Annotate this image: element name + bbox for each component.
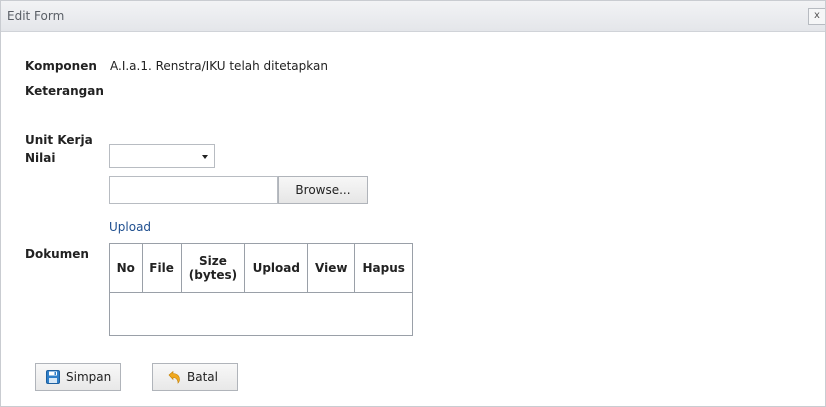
save-button[interactable]: Simpan — [35, 363, 121, 391]
dokumen-label: Dokumen — [25, 247, 89, 261]
chevron-down-icon — [202, 155, 208, 159]
dialog-titlebar[interactable]: Edit Form x — [1, 1, 825, 32]
nilai-label: Nilai — [25, 151, 56, 165]
close-button[interactable]: x — [808, 8, 825, 25]
dokumen-table: No File Size (bytes) Upload View Hapus — [109, 243, 413, 336]
column-header-size: Size (bytes) — [180, 243, 246, 293]
komponen-label: Komponen — [25, 59, 97, 73]
column-header-view: View — [307, 243, 356, 293]
cancel-button[interactable]: Batal — [152, 363, 238, 391]
dialog-title: Edit Form — [7, 9, 65, 23]
cancel-button-label: Batal — [187, 370, 218, 384]
file-path-input[interactable] — [109, 176, 278, 204]
komponen-value: A.I.a.1. Renstra/IKU telah ditetapkan — [110, 59, 328, 73]
browse-button[interactable]: Browse... — [278, 176, 368, 204]
table-header-row: No File Size (bytes) Upload View Hapus — [109, 243, 413, 293]
nilai-select[interactable] — [109, 144, 215, 168]
undo-arrow-icon — [167, 370, 181, 384]
edit-form-dialog: Edit Form x Komponen A.I.a.1. Renstra/IK… — [0, 0, 826, 407]
column-header-size-text: Size (bytes) — [188, 254, 238, 282]
table-empty-cell — [109, 292, 413, 336]
column-header-no: No — [109, 243, 143, 293]
save-button-label: Simpan — [66, 370, 112, 384]
keterangan-label: Keterangan — [25, 84, 104, 98]
floppy-disk-icon — [46, 370, 60, 384]
column-header-hapus: Hapus — [354, 243, 413, 293]
upload-link[interactable]: Upload — [109, 220, 151, 234]
column-header-upload: Upload — [244, 243, 309, 293]
close-icon: x — [814, 10, 820, 21]
column-header-file: File — [141, 243, 182, 293]
unit-kerja-label: Unit Kerja — [25, 133, 93, 147]
table-empty-row — [109, 292, 413, 336]
